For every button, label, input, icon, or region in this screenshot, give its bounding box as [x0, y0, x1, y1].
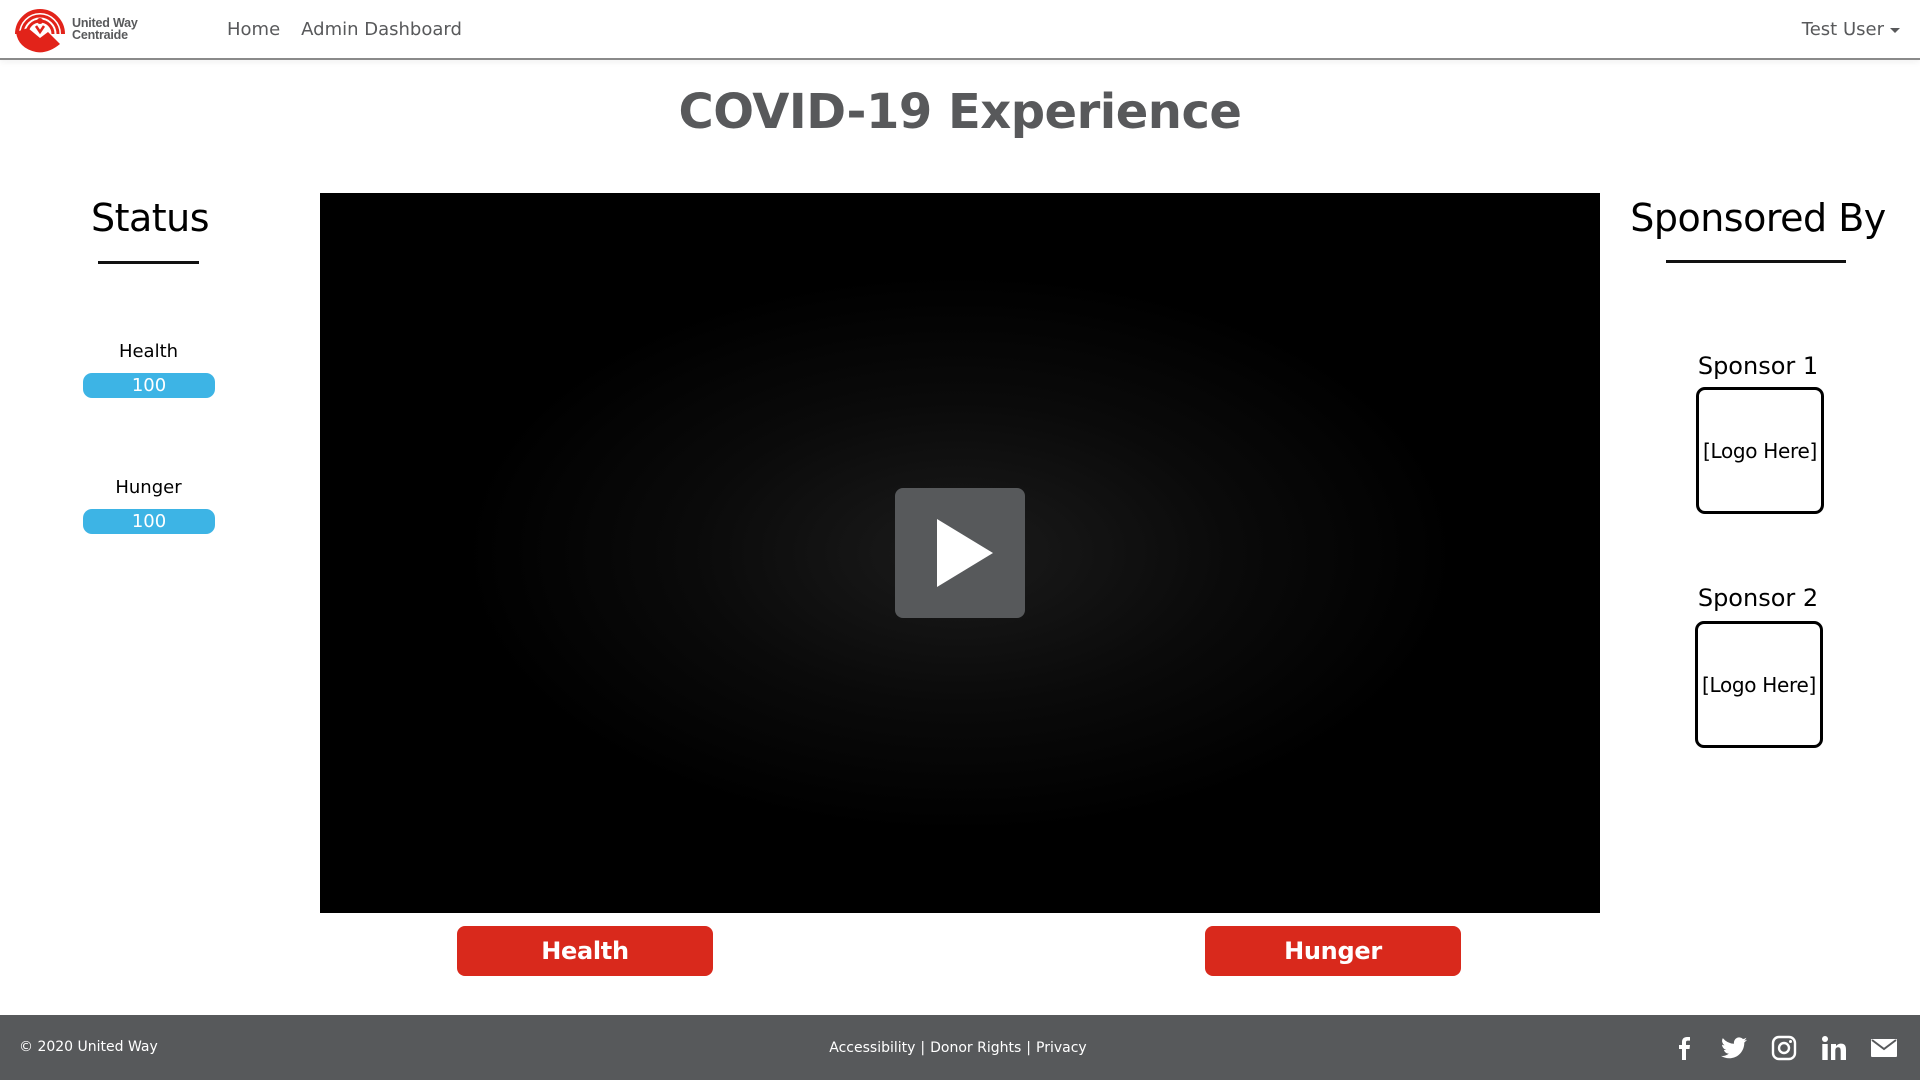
facebook-icon[interactable] [1670, 1034, 1698, 1062]
logo-text: United Way Centraide [72, 17, 138, 42]
play-button[interactable] [895, 488, 1025, 618]
email-icon[interactable] [1870, 1034, 1898, 1062]
caret-down-icon [1890, 28, 1900, 33]
footer-links: Accessibility | Donor Rights | Privacy [0, 1015, 1918, 1080]
sponsor-1-label: Sponsor 1 [1697, 352, 1819, 380]
sponsor-2-logo[interactable]: [Logo Here] [1695, 621, 1823, 748]
privacy-link[interactable]: Privacy [1036, 1040, 1087, 1056]
status-divider [98, 261, 199, 264]
sponsor-2-label: Sponsor 2 [1697, 584, 1819, 612]
accessibility-link[interactable]: Accessibility [829, 1040, 915, 1056]
nav-admin-dashboard[interactable]: Admin Dashboard [301, 19, 462, 40]
main-nav: Home Admin Dashboard [227, 0, 462, 58]
user-name: Test User [1801, 18, 1884, 40]
social-links [1670, 1015, 1898, 1080]
united-way-logo[interactable]: United Way Centraide [14, 4, 154, 54]
instagram-icon[interactable] [1770, 1034, 1798, 1062]
status-heading: Status [90, 196, 210, 240]
sponsor-1-logo[interactable]: [Logo Here] [1696, 387, 1824, 514]
health-button[interactable]: Health [457, 926, 713, 976]
user-menu-dropdown[interactable]: Test User [1802, 0, 1900, 58]
health-stat-bar: 100 [83, 373, 215, 398]
hunger-button[interactable]: Hunger [1205, 926, 1461, 976]
video-player[interactable] [320, 193, 1600, 913]
united-way-logo-icon [15, 9, 65, 53]
logo-line-2: Centraide [72, 28, 128, 42]
sponsored-by-heading: Sponsored By [1630, 196, 1886, 240]
twitter-icon[interactable] [1720, 1034, 1748, 1062]
link-separator: | [1026, 1039, 1032, 1056]
hunger-stat-label: Hunger [115, 477, 182, 498]
linkedin-icon[interactable] [1820, 1034, 1848, 1062]
health-stat-label: Health [118, 341, 179, 362]
play-icon [937, 519, 993, 587]
sponsored-by-divider [1666, 260, 1846, 263]
hunger-stat-bar: 100 [83, 509, 215, 534]
top-navbar: United Way Centraide Home Admin Dashboar… [0, 0, 1920, 60]
donor-rights-link[interactable]: Donor Rights [930, 1040, 1021, 1056]
nav-home[interactable]: Home [227, 19, 280, 40]
link-separator: | [920, 1039, 926, 1056]
page-title: COVID-19 Experience [678, 84, 1242, 140]
footer: © 2020 United Way Accessibility | Donor … [0, 1015, 1920, 1080]
